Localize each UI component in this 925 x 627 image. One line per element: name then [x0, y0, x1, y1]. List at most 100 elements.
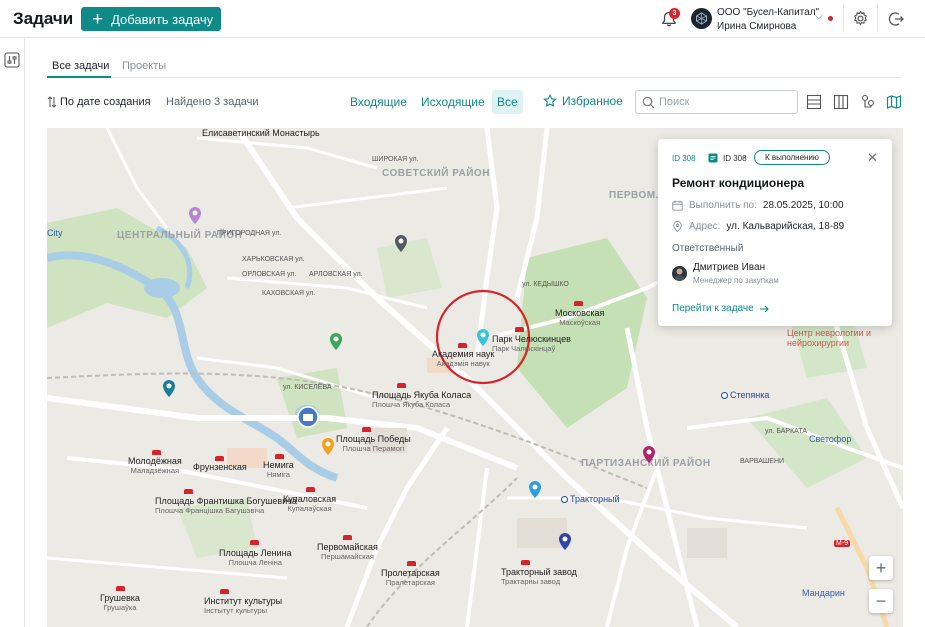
metro-station-label: Парк Челюскинцев Парк Чалюскінцаў — [492, 334, 571, 353]
task-title: Ремонт кондиционера — [672, 176, 805, 190]
kanban-view-icon[interactable] — [833, 94, 849, 110]
place-label: Елисаветинский Монастырь — [202, 128, 320, 138]
filter-settings-icon[interactable] — [4, 52, 20, 68]
metro-icon — [215, 456, 224, 461]
stop-label: Степянка — [721, 390, 769, 400]
address-key: Адрес: — [689, 221, 721, 232]
street-label: ВАРВАШЕНИ — [740, 458, 785, 465]
metro-icon — [184, 489, 193, 494]
sort-select[interactable]: По дате создания — [60, 96, 151, 108]
task-pin[interactable] — [161, 378, 177, 398]
zoom-in-button[interactable]: + — [869, 556, 893, 580]
zoom-out-button[interactable]: − — [869, 589, 893, 613]
task-pin[interactable] — [393, 233, 409, 253]
metro-station-label: Институт культуры Інстытут культуры — [204, 596, 283, 615]
left-rail — [0, 38, 25, 627]
plus-icon: + — [92, 8, 104, 30]
street-label: ПРИГОРОДНАЯ ул. — [217, 230, 282, 237]
found-count: Найдено 3 задачи — [166, 96, 259, 108]
address-row: Адрес: ул. Кальварийская, 18-89 — [672, 221, 844, 232]
task-pin[interactable] — [641, 444, 657, 464]
logout-icon[interactable] — [888, 11, 904, 27]
street-label: ХАРЬКОВСКАЯ ул. — [242, 256, 305, 263]
metro-icon — [116, 586, 125, 591]
close-icon[interactable]: ✕ — [867, 151, 878, 164]
go-to-task-link[interactable]: Перейти к задаче — [672, 303, 769, 314]
org-view-icon[interactable] — [860, 94, 876, 110]
street-label: КАХОВСКАЯ ул. — [262, 290, 316, 297]
place-label: Центр неврологии и нейрохирургии — [787, 328, 872, 348]
tab-all-tasks[interactable]: Все задачи — [52, 60, 109, 72]
metro-station-label: Пролетарская Пралетарская — [381, 568, 440, 587]
filter-outgoing-button[interactable]: Исходящие — [416, 90, 490, 114]
sort-icon[interactable] — [47, 96, 57, 108]
company-logo-icon — [696, 12, 707, 25]
list-view-icon[interactable] — [806, 94, 822, 110]
active-tab-indicator — [47, 76, 111, 78]
street-label: ШИРОКАЯ ул. — [372, 156, 419, 163]
favorites-button[interactable]: Избранное — [543, 94, 623, 108]
metro-icon — [397, 383, 406, 388]
district-label: ПЕРВОМ... — [609, 190, 666, 201]
search-input[interactable] — [659, 94, 793, 110]
map-view-icon[interactable] — [886, 94, 902, 110]
notification-badge: 3 — [669, 8, 680, 19]
metro-icon — [458, 343, 467, 348]
chevron-down-icon[interactable]: ⌵ — [145, 96, 152, 107]
metro-icon — [275, 454, 284, 459]
metro-station-label: Молодёжная Маладзёжная — [128, 456, 182, 475]
gear-icon[interactable] — [852, 10, 869, 27]
metro-station-label: Площадь Ленина Плошча Леніна — [219, 548, 292, 567]
due-value: 28.05.2025, 10:00 — [762, 200, 844, 211]
metro-station-label: Московская Маскоўская — [555, 308, 605, 327]
task-pin[interactable] — [320, 436, 336, 456]
add-task-label: Добавить задачу — [111, 11, 214, 27]
chevron-down-icon[interactable]: ⌵ — [815, 11, 823, 22]
metro-icon — [250, 540, 259, 545]
street-label: ул. КИСЕЛЁВА — [283, 384, 332, 391]
metro-station-label: Площадь Победы Плошча Перамогі — [336, 434, 411, 453]
due-date-row: Выполнить по: 28.05.2025, 10:00 — [672, 200, 844, 211]
metro-station-label: Академия наук Акадэмія навук — [432, 349, 495, 368]
metro-icon — [343, 535, 352, 540]
task-id-label: ID 308 — [723, 154, 747, 163]
selected-task-pin[interactable] — [475, 327, 491, 347]
avatar — [672, 266, 687, 281]
calendar-icon — [672, 200, 683, 211]
status-dot — [828, 16, 833, 21]
status-badge[interactable]: К выполнению — [754, 150, 830, 165]
task-pin[interactable] — [557, 531, 573, 551]
search-icon — [642, 96, 655, 109]
stop-label: Тракторный — [561, 494, 620, 504]
metro-station-label: Немига Няміга — [263, 460, 294, 479]
company-logo[interactable] — [691, 8, 712, 29]
go-to-task-label: Перейти к задаче — [672, 303, 754, 314]
metro-icon — [407, 561, 416, 566]
street-label: АРЛОВСКАЯ ул. — [309, 271, 363, 278]
task-id-icon — [708, 153, 718, 163]
metro-station-label: Площадь Якуба Коласа Плошча Якуба Коласа — [372, 390, 472, 409]
person-name: Дмитриев Иван — [693, 262, 766, 273]
district-label: СОВЕТСКИЙ РАЙОН — [382, 168, 490, 179]
metro-station-label: Первомайская Першамайская — [317, 542, 378, 561]
task-pin[interactable] — [328, 331, 344, 351]
arrow-right-icon — [759, 305, 769, 312]
favorites-label: Избранное — [562, 94, 623, 108]
star-icon — [543, 94, 557, 107]
person-icon — [673, 268, 686, 281]
user-name[interactable]: Ирина Смирнова — [717, 21, 796, 32]
task-pin[interactable] — [527, 479, 543, 499]
tabs-divider — [47, 77, 901, 78]
metro-icon — [515, 327, 524, 332]
top-bar: Задачи + Добавить задачу 3 ООО "Бусел-Ка… — [0, 0, 925, 38]
filter-incoming-button[interactable]: Входящие — [345, 90, 412, 114]
tab-projects[interactable]: Проекты — [122, 60, 166, 72]
location-icon — [673, 221, 682, 232]
add-task-button[interactable]: + Добавить задачу — [81, 7, 221, 31]
company-name[interactable]: ООО "Бусел-Капитал" — [717, 7, 819, 18]
street-label: ОРЛОВСКАЯ ул. — [242, 271, 297, 278]
task-id-link[interactable]: ID 308 — [672, 154, 696, 163]
task-pin[interactable] — [187, 205, 203, 225]
place-label: Светофор — [809, 434, 852, 444]
filter-all-button[interactable]: Все — [492, 90, 523, 114]
